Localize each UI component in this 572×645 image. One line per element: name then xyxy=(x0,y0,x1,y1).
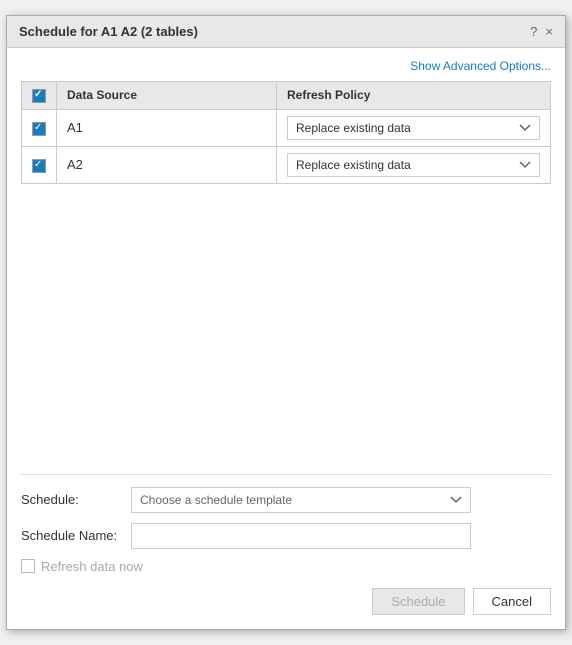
header-datasource: Data Source xyxy=(57,82,277,110)
row-a1-checkbox[interactable] xyxy=(32,122,46,136)
header-checkbox[interactable] xyxy=(32,89,46,103)
data-source-table: Data Source Refresh Policy A1 Replace ex… xyxy=(21,81,551,184)
schedule-select[interactable]: Choose a schedule template xyxy=(131,487,471,513)
header-policy: Refresh Policy xyxy=(277,82,551,110)
schedule-row: Schedule: Choose a schedule template xyxy=(21,487,551,513)
schedule-name-label: Schedule Name: xyxy=(21,528,131,543)
spacer xyxy=(21,194,551,474)
refresh-now-label: Refresh data now xyxy=(41,559,143,574)
row-a2-datasource: A2 xyxy=(57,146,277,183)
row-a2-policy-cell: Replace existing data Append to existing… xyxy=(277,146,551,183)
table-row: A1 Replace existing data Append to exist… xyxy=(22,109,551,146)
help-icon[interactable]: ? xyxy=(530,24,537,39)
cancel-button[interactable]: Cancel xyxy=(473,588,551,615)
header-checkbox-cell xyxy=(22,82,57,110)
schedule-name-input[interactable] xyxy=(131,523,471,549)
advanced-options-section: Show Advanced Options... xyxy=(21,58,551,73)
schedule-button[interactable]: Schedule xyxy=(372,588,464,615)
schedule-name-row: Schedule Name: xyxy=(21,523,551,549)
form-section: Schedule: Choose a schedule template Sch… xyxy=(21,474,551,615)
title-bar: Schedule for A1 A2 (2 tables) ? × xyxy=(7,16,565,48)
footer-buttons: Schedule Cancel xyxy=(21,588,551,615)
refresh-now-checkbox[interactable] xyxy=(21,559,35,573)
row-a1-policy-select[interactable]: Replace existing data Append to existing… xyxy=(287,116,540,140)
row-a2-policy-select[interactable]: Replace existing data Append to existing… xyxy=(287,153,540,177)
row-a2-checkbox-cell xyxy=(22,146,57,183)
table-row: A2 Replace existing data Append to exist… xyxy=(22,146,551,183)
show-advanced-options-link[interactable]: Show Advanced Options... xyxy=(410,59,551,73)
table-header-row: Data Source Refresh Policy xyxy=(22,82,551,110)
schedule-dialog: Schedule for A1 A2 (2 tables) ? × Show A… xyxy=(6,15,566,630)
dialog-title: Schedule for A1 A2 (2 tables) xyxy=(19,24,198,39)
dialog-body: Show Advanced Options... Data Source Ref… xyxy=(7,48,565,629)
row-a1-checkbox-cell xyxy=(22,109,57,146)
row-a1-datasource: A1 xyxy=(57,109,277,146)
row-a1-policy-cell: Replace existing data Append to existing… xyxy=(277,109,551,146)
schedule-label: Schedule: xyxy=(21,492,131,507)
refresh-now-row: Refresh data now xyxy=(21,559,551,574)
title-bar-icons: ? × xyxy=(530,24,553,39)
close-icon[interactable]: × xyxy=(545,24,553,39)
row-a2-checkbox[interactable] xyxy=(32,159,46,173)
